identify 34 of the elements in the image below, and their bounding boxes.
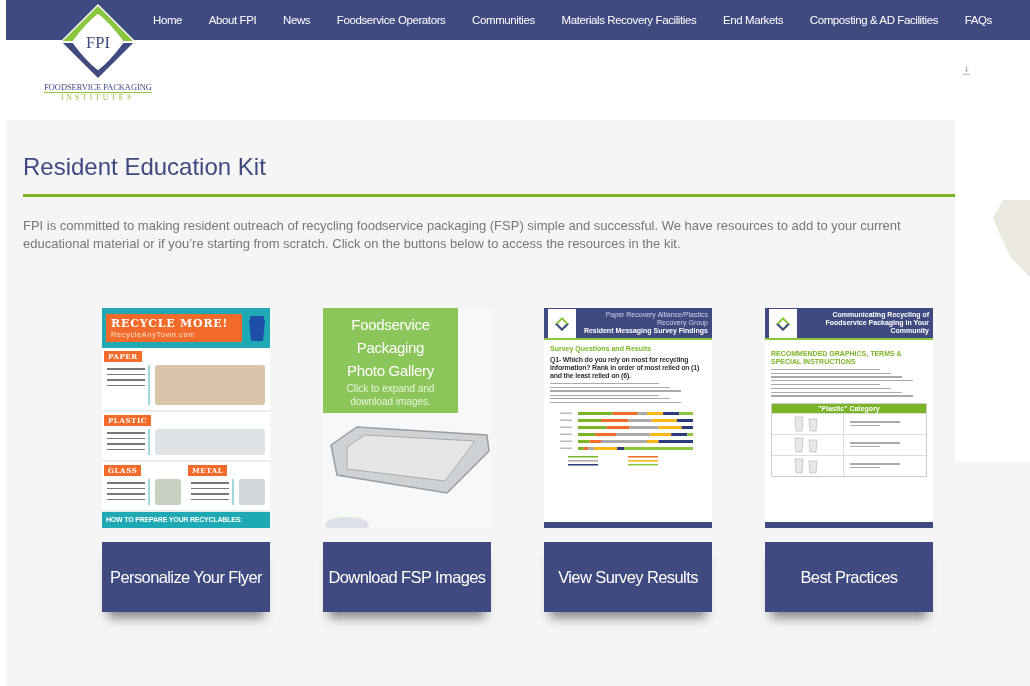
- text-lines-drawing: [107, 365, 150, 405]
- photo-placeholder: [239, 479, 265, 505]
- text-lines-drawing: [107, 479, 150, 505]
- logo-diamond-icon: [555, 316, 569, 331]
- intro-paragraph: FPI is committed to making resident outreach of recycling foodservice packaging (FSP) simple and successful. We have resources to add to your current educational material or if you’re starting from scratch. Click on the buttons below to access the resources in the kit.: [23, 217, 902, 253]
- nav-link[interactable]: Communities: [472, 14, 535, 26]
- text-lines-drawing: [849, 421, 900, 426]
- nav-link[interactable]: News: [283, 14, 311, 26]
- logo-diamond-icon[interactable]: FPI: [59, 3, 137, 81]
- resource-button[interactable]: Best Practices: [765, 542, 933, 612]
- nav-link[interactable]: FAQs: [964, 14, 992, 26]
- text-lines-drawing: [849, 463, 900, 468]
- logo-mark-text: FPI: [86, 32, 110, 52]
- resource-button[interactable]: View Survey Results: [544, 542, 712, 612]
- photo-placeholder: [155, 479, 181, 505]
- nav-link[interactable]: About FPI: [208, 14, 257, 26]
- flyer-headline: RECYCLE MORE!: [111, 317, 230, 330]
- gallery-subtitle: Click to expand and download images.: [345, 382, 436, 408]
- gallery-title: Foodservice Packaging Photo Gallery: [346, 315, 435, 381]
- logo-diamond-icon: [776, 316, 790, 331]
- nav-link[interactable]: Home: [153, 14, 183, 26]
- nav-link[interactable]: End Markets: [722, 14, 784, 26]
- text-lines-drawing: [107, 429, 150, 455]
- resource-button[interactable]: Download FSP Images: [323, 542, 491, 612]
- nav-link[interactable]: Composting & AD Facilities: [809, 14, 939, 26]
- report-thumbnail[interactable]: [544, 308, 712, 528]
- nav-link[interactable]: Foodservice Operators: [336, 14, 446, 26]
- nav-link[interactable]: Materials Recovery Facilities: [561, 14, 697, 26]
- page-title: Resident Education Kit: [23, 152, 267, 182]
- text-lines-drawing: [849, 442, 900, 447]
- resource-button[interactable]: Personalize Your Flyer: [102, 542, 270, 612]
- text-lines-drawing: [191, 479, 234, 505]
- logo-name: FOODSERVICE PACKAGING: [44, 83, 152, 93]
- recycling-bin-icon: [248, 314, 266, 342]
